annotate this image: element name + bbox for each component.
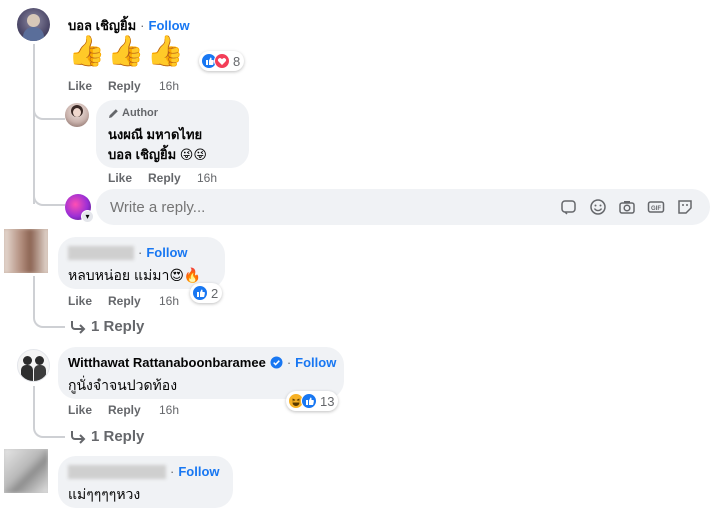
- comment-header: บอล เชิญยิ้ม · Follow: [68, 15, 190, 36]
- comment-bubble: · Follow แม่ๆๆๆๆหวง: [58, 456, 233, 508]
- reply-action[interactable]: Reply: [108, 294, 141, 308]
- like-action[interactable]: Like: [68, 403, 92, 417]
- pen-icon: [109, 108, 118, 118]
- reply-text-line1: นงผณี มหาดไทย: [108, 127, 203, 142]
- separator: ·: [140, 18, 145, 33]
- thread-connector: [33, 180, 65, 206]
- avatar[interactable]: [17, 8, 50, 41]
- author-name-redacted[interactable]: [68, 245, 134, 260]
- avatar[interactable]: [4, 229, 48, 273]
- like-action[interactable]: Like: [68, 79, 92, 93]
- comment-header: · Follow: [68, 245, 188, 260]
- avatar-figure: [23, 356, 32, 365]
- separator: ·: [170, 464, 175, 479]
- reply-action[interactable]: Reply: [108, 79, 141, 93]
- avatar-figure: [23, 27, 44, 41]
- reply-bubble: Author นงผณี มหาดไทย บอล เชิญยิ้ม 😜😜: [96, 100, 249, 168]
- avatar[interactable]: [4, 449, 48, 493]
- comment-emoji: 👍👍👍: [68, 35, 187, 68]
- comment-time[interactable]: 16h: [159, 403, 179, 417]
- reaction-count: 2: [211, 285, 219, 301]
- separator: ·: [286, 355, 292, 370]
- reply-input-box[interactable]: GIF: [96, 189, 710, 225]
- comment-time[interactable]: 16h: [159, 79, 179, 93]
- view-replies-label[interactable]: 1 Reply: [91, 428, 144, 445]
- avatar-figure: [21, 365, 33, 381]
- badge-label: Author: [122, 107, 159, 119]
- separator: ·: [138, 245, 143, 260]
- reply-action[interactable]: Reply: [108, 403, 141, 417]
- avatar-figure: [34, 365, 46, 381]
- author-name[interactable]: บอล เชิญยิ้ม: [68, 15, 136, 36]
- reaction-summary[interactable]: 13: [286, 391, 339, 411]
- svg-text:GIF: GIF: [651, 206, 661, 212]
- comment-text: แม่ๆๆๆๆหวง: [68, 486, 141, 502]
- follow-button[interactable]: Follow: [295, 355, 336, 370]
- love-reaction-icon: [214, 53, 230, 69]
- avatar-sticker-icon[interactable]: [676, 198, 694, 216]
- like-reaction-icon: [301, 393, 317, 409]
- reply-arrow-icon: [71, 320, 86, 334]
- reaction-summary[interactable]: 8: [199, 51, 245, 71]
- author-badge: Author: [108, 107, 158, 119]
- comment-header: · Follow: [68, 464, 220, 479]
- reaction-count: 13: [320, 393, 335, 409]
- thread-connector: [33, 96, 65, 120]
- avatar-mosaic: [4, 449, 48, 493]
- reply-input-tools: GIF: [560, 198, 694, 216]
- avatar-figure: [73, 108, 81, 117]
- view-replies-link[interactable]: 1 Reply: [70, 428, 144, 445]
- follow-button[interactable]: Follow: [146, 245, 187, 260]
- comment-text: กูนั่งจำจนปวดท้อง: [68, 377, 178, 393]
- follow-button[interactable]: Follow: [178, 464, 219, 479]
- verified-icon: [270, 356, 283, 369]
- like-action[interactable]: Like: [108, 171, 132, 185]
- thread-connector: [33, 410, 65, 438]
- avatar[interactable]: [17, 349, 50, 382]
- comment-header: Witthawat Rattanaboonbaramee · Follow: [68, 355, 336, 370]
- comment-bubble: · Follow หลบหน่อย แม่มา😍🔥: [58, 237, 225, 289]
- author-name[interactable]: Witthawat Rattanaboonbaramee: [68, 355, 266, 370]
- avatar-figure: [35, 356, 44, 365]
- camera-icon[interactable]: [618, 198, 636, 216]
- follow-button[interactable]: Follow: [149, 18, 190, 33]
- reply-arrow-icon: [71, 430, 86, 444]
- view-replies-label[interactable]: 1 Reply: [91, 318, 144, 335]
- reaction-summary[interactable]: 2: [190, 283, 223, 303]
- comment-time[interactable]: 16h: [197, 171, 217, 185]
- thread-connector: [33, 300, 65, 328]
- comment-text: หลบหน่อย แม่มา😍🔥: [68, 267, 202, 283]
- like-action[interactable]: Like: [68, 294, 92, 308]
- avatar-mosaic: [4, 229, 48, 273]
- sticker-icon[interactable]: [560, 198, 578, 216]
- view-replies-link[interactable]: 1 Reply: [70, 318, 144, 335]
- reply-text-line2: บอล เชิญยิ้ม 😜😜: [108, 147, 207, 162]
- reply-action[interactable]: Reply: [148, 171, 181, 185]
- comment-time[interactable]: 16h: [159, 294, 179, 308]
- emoji-icon[interactable]: [589, 198, 607, 216]
- gif-icon[interactable]: GIF: [647, 198, 665, 216]
- avatar-dropdown[interactable]: ▾: [81, 210, 94, 223]
- avatar[interactable]: [65, 103, 89, 127]
- like-reaction-icon: [192, 285, 208, 301]
- reaction-count: 8: [233, 53, 241, 69]
- author-name-redacted[interactable]: [68, 464, 166, 479]
- reply-input[interactable]: [108, 197, 552, 217]
- avatar-figure: [27, 14, 40, 27]
